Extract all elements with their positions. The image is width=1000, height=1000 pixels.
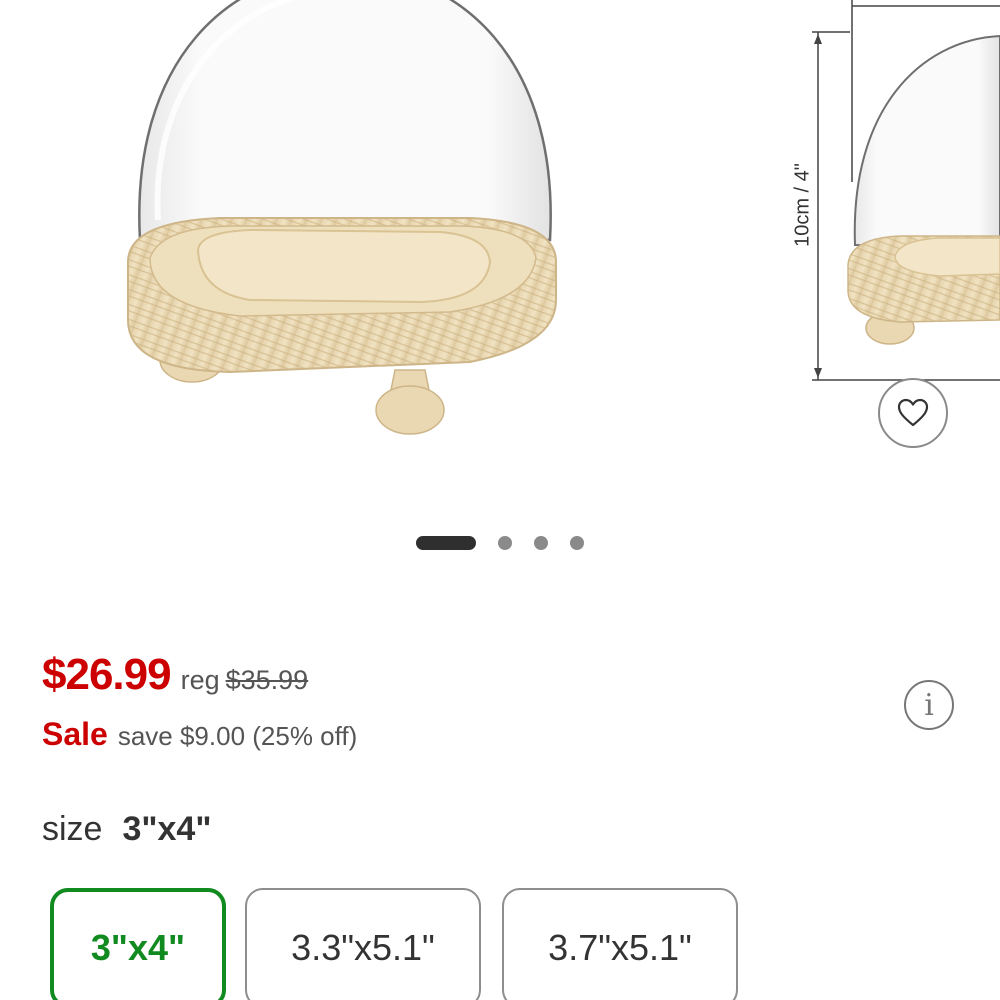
info-icon[interactable]: i [904,680,954,730]
secondary-product-image [812,0,1000,381]
current-price: $26.99 [42,650,172,699]
carousel-dot-3[interactable] [534,536,548,550]
price-row: $26.99 reg $35.99 [42,650,308,700]
main-product-image [127,0,557,435]
size-option-label: 3.7"x5.1" [548,927,692,968]
selected-size-value: 3"x4" [122,810,212,848]
size-option-label: 3.3"x5.1" [291,927,435,968]
regular-price: $35.99 [225,665,309,695]
size-selector-heading: size 3"x4" [42,810,211,849]
product-image-carousel[interactable]: 10cm / 4" [0,0,1000,520]
sale-badge: Sale [42,716,108,752]
sale-row: Sale save $9.00 (25% off) [42,716,357,753]
size-option-label: 3"x4" [90,927,186,968]
carousel-dot-2[interactable] [498,536,512,550]
regular-price-label: reg [180,665,220,695]
size-label: size [42,810,103,848]
size-option-3x4[interactable]: 3"x4" [50,888,226,1000]
size-option-3.3x5.1[interactable]: 3.3"x5.1" [245,888,481,1000]
add-to-favorites-button[interactable] [878,378,948,448]
carousel-dot-1[interactable] [416,536,476,550]
product-images [127,0,1000,435]
carousel-dot-4[interactable] [570,536,584,550]
carousel-pagination [0,534,1000,552]
size-option-3.7x5.1[interactable]: 3.7"x5.1" [502,888,738,1000]
dimension-label: 10cm / 4" [791,163,814,247]
savings-text: save $9.00 (25% off) [117,721,358,751]
heart-icon [897,398,929,427]
